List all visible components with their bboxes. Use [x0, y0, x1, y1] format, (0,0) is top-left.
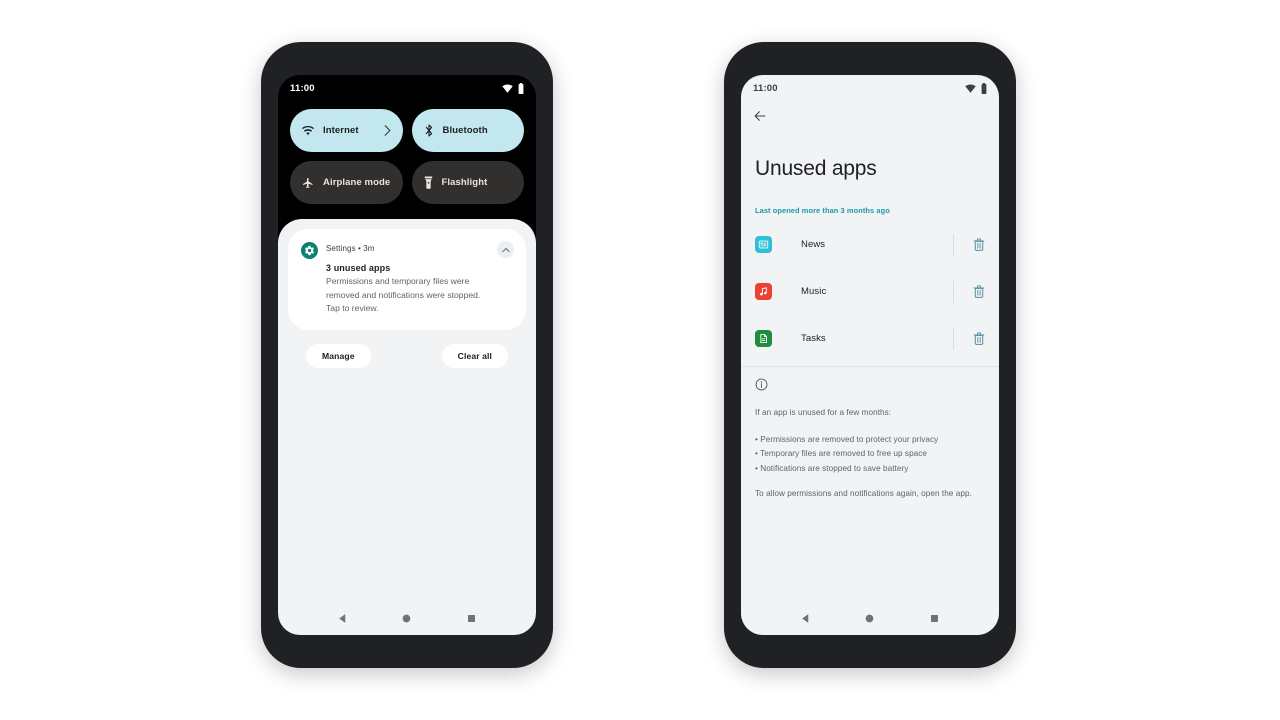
app-row-news[interactable]: News [741, 221, 999, 268]
chevron-up-icon[interactable] [497, 241, 514, 258]
app-row-music[interactable]: Music [741, 268, 999, 315]
notification-header: Settings • 3m [301, 241, 513, 259]
clear-all-button[interactable]: Clear all [441, 343, 508, 368]
page-title: Unused apps [755, 157, 877, 180]
shade-action-row: Manage Clear all [288, 330, 526, 368]
notification-body: Permissions and temporary files were rem… [326, 276, 481, 313]
home-circle-icon[interactable] [864, 613, 875, 624]
qs-tile-label: Bluetooth [442, 125, 488, 136]
music-app-icon [755, 283, 772, 300]
manage-button[interactable]: Manage [306, 343, 371, 368]
qs-tile-label: Internet [323, 125, 359, 136]
battery-icon [518, 82, 524, 94]
bluetooth-icon [424, 124, 434, 137]
info-bullet: • Temporary files are removed to free up… [755, 449, 928, 458]
qs-tile-label: Flashlight [441, 177, 488, 188]
settings-gear-icon [301, 242, 318, 259]
screenshot-canvas: 11:00 Internet Bluetooth Airplane mode F… [0, 0, 1280, 720]
flashlight-icon [424, 176, 433, 189]
app-row-tasks[interactable]: Tasks [741, 315, 999, 362]
row-divider [953, 280, 954, 303]
right-phone-frame: 11:00 Unused apps Last opened more than … [724, 42, 1016, 668]
toolbar [741, 101, 999, 128]
qs-tile-airplane-mode[interactable]: Airplane mode [290, 161, 403, 204]
quick-settings-row-2: Airplane mode Flashlight [290, 161, 524, 204]
qs-tile-flashlight[interactable]: Flashlight [411, 161, 524, 204]
status-time: 11:00 [753, 82, 778, 94]
back-triangle-icon[interactable] [337, 613, 348, 624]
wifi-icon [302, 125, 314, 136]
qs-tile-bluetooth[interactable]: Bluetooth [411, 109, 524, 152]
right-phone-screen: 11:00 Unused apps Last opened more than … [741, 75, 999, 635]
app-name: Music [801, 286, 827, 297]
right-status-bar: 11:00 [741, 75, 999, 101]
back-triangle-icon[interactable] [800, 613, 811, 624]
left-phone-frame: 11:00 Internet Bluetooth Airplane mode F… [261, 42, 553, 668]
info-outline-icon [755, 378, 985, 396]
qs-tile-label: Airplane mode [323, 177, 391, 188]
notification-shade: Settings • 3m 3 unused apps Permissions … [278, 219, 536, 601]
right-navigation-bar [741, 601, 999, 635]
status-icon-group [965, 82, 987, 94]
info-intro: If an app is unused for a few months: [755, 408, 892, 417]
airplane-icon [302, 177, 314, 189]
delete-icon[interactable] [973, 285, 985, 298]
notification-card[interactable]: Settings • 3m 3 unused apps Permissions … [288, 229, 526, 330]
battery-icon [981, 82, 987, 94]
delete-icon[interactable] [973, 238, 985, 251]
delete-icon[interactable] [973, 332, 985, 345]
chevron-right-icon[interactable] [384, 125, 391, 136]
section-label-last-opened: Last opened more than 3 months ago [755, 206, 890, 215]
info-bullet: • Permissions are removed to protect you… [755, 434, 939, 444]
notification-source: Settings • 3m [326, 244, 375, 253]
recents-square-icon[interactable] [466, 613, 477, 624]
quick-settings-row-1: Internet Bluetooth [290, 109, 524, 152]
row-divider [953, 233, 954, 256]
app-name: News [801, 239, 826, 250]
info-section: If an app is unused for a few months: • … [741, 367, 999, 502]
row-divider [953, 327, 954, 350]
info-bullet: • Notifications are stopped to save batt… [755, 463, 909, 473]
news-app-icon [755, 236, 772, 253]
info-footer: To allow permissions and notifications a… [755, 489, 972, 498]
wifi-icon [502, 83, 513, 93]
notification-title: 3 unused apps [326, 263, 391, 273]
home-circle-icon[interactable] [401, 613, 412, 624]
app-name: Tasks [801, 333, 826, 344]
unused-apps-list: News Music Tasks [741, 215, 999, 362]
arrow-back-icon[interactable] [753, 110, 767, 127]
status-icon-group [502, 82, 524, 94]
status-time: 11:00 [290, 82, 315, 94]
recents-square-icon[interactable] [929, 613, 940, 624]
left-status-bar: 11:00 [278, 75, 536, 101]
tasks-app-icon [755, 330, 772, 347]
left-phone-screen: 11:00 Internet Bluetooth Airplane mode F… [278, 75, 536, 635]
wifi-icon [965, 83, 976, 93]
unused-apps-content: Unused apps Last opened more than 3 mont… [741, 101, 999, 601]
quick-settings-panel: Internet Bluetooth Airplane mode Flashli… [278, 101, 536, 213]
left-navigation-bar [278, 601, 536, 635]
qs-tile-internet[interactable]: Internet [290, 109, 403, 152]
